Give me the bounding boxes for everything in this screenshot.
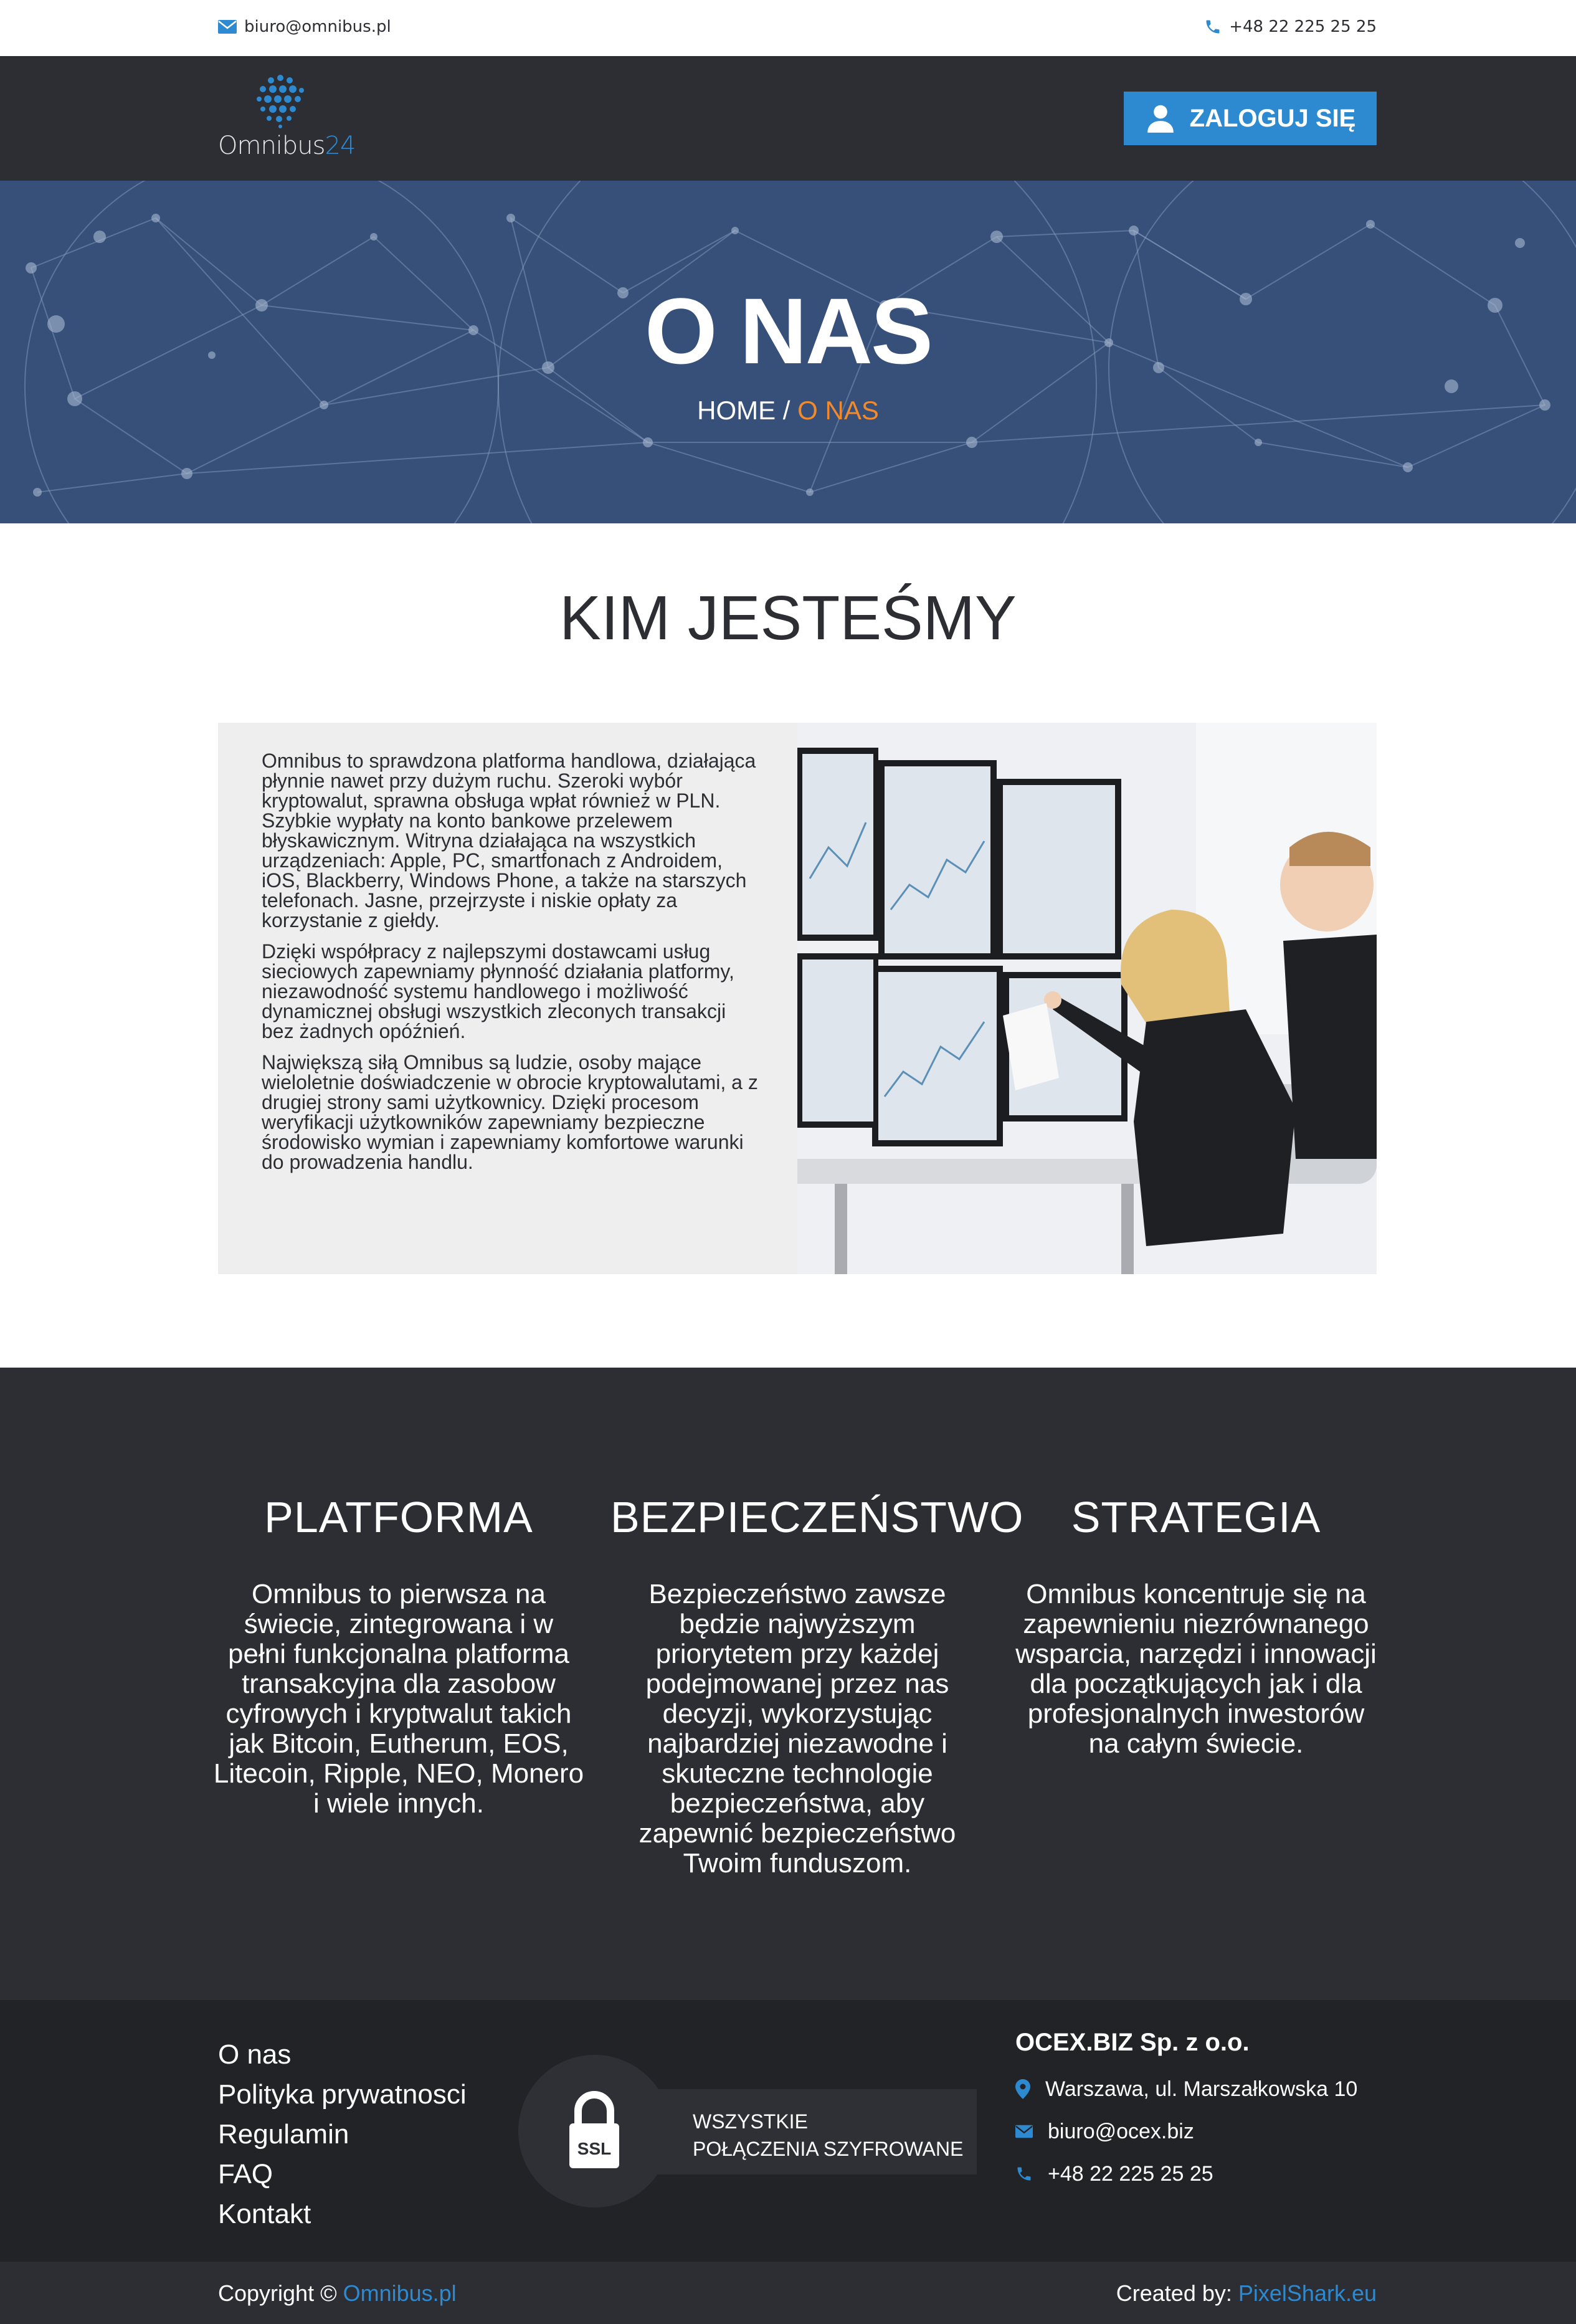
top-bar: biuro@omnibus.pl +48 22 225 25 25 bbox=[0, 0, 1576, 56]
copyright-bar: Copyright © Omnibus.pl Created by: Pixel… bbox=[0, 2262, 1576, 2324]
created-by: Created by: PixelShark.eu bbox=[1116, 2280, 1377, 2306]
phone-icon bbox=[1206, 20, 1220, 34]
logo-text: Omnibus24 bbox=[218, 131, 356, 160]
footer: O nas Polityka prywatnosci Regulamin FAQ… bbox=[0, 2000, 1576, 2262]
created-by-link[interactable]: PixelShark.eu bbox=[1238, 2280, 1377, 2306]
ssl-text: WSZYSTKIE POŁĄCZENIA SZYFROWANE bbox=[693, 2110, 964, 2160]
feature-title: PLATFORMA bbox=[264, 1493, 533, 1541]
about-paragraph: Dzięki współpracy z najlepszymi dostawca… bbox=[262, 940, 734, 1042]
company-name: OCEX.BIZ Sp. z o.o. bbox=[1015, 2029, 1250, 2056]
ssl-badge: WSZYSTKIE POŁĄCZENIA SZYFROWANE SSL bbox=[518, 2055, 977, 2207]
about-text: Omnibus to sprawdzona platforma handlowa… bbox=[262, 751, 760, 1183]
envelope-icon bbox=[218, 20, 237, 34]
header: Omnibus24 ZALOGUJ SIĘ bbox=[0, 56, 1576, 181]
footer-link-o-nas[interactable]: O nas bbox=[218, 2035, 467, 2075]
footer-link-faq[interactable]: FAQ bbox=[218, 2155, 467, 2194]
breadcrumb-current: O NAS bbox=[797, 396, 879, 425]
feature-platforma: PLATFORMA Omnibus to pierwsza na świecie… bbox=[212, 1492, 586, 1819]
contact-info: OCEX.BIZ Sp. z o.o. Warszawa, ul. Marsza… bbox=[1015, 2029, 1389, 2195]
footer-links: O nas Polityka prywatnosci Regulamin FAQ… bbox=[218, 2035, 467, 2234]
feature-strategia: STRATEGIA Omnibus koncentruje się na zap… bbox=[1009, 1492, 1383, 1759]
about-paragraph: Omnibus to sprawdzona platforma handlowa… bbox=[262, 750, 756, 931]
footer-link-kontakt[interactable]: Kontakt bbox=[218, 2194, 467, 2234]
feature-title: BEZPIECZEŃSTWO bbox=[610, 1493, 1024, 1541]
padlock-icon: SSL bbox=[569, 2091, 619, 2168]
contact-phone[interactable]: +48 22 225 25 25 bbox=[1015, 2153, 1389, 2195]
logo[interactable]: Omnibus24 bbox=[218, 72, 356, 165]
phone-icon bbox=[1017, 2167, 1031, 2181]
features-section: PLATFORMA Omnibus to pierwsza na świecie… bbox=[0, 1368, 1576, 2000]
top-phone-text: +48 22 225 25 25 bbox=[1229, 17, 1377, 36]
contact-email[interactable]: biuro@ocex.biz bbox=[1015, 2110, 1389, 2153]
ssl-band: WSZYSTKIE POŁĄCZENIA SZYFROWANE bbox=[637, 2089, 977, 2174]
section-title: KIM JESTEŚMY bbox=[559, 583, 1017, 653]
hero-banner: O NAS HOME / O NAS bbox=[0, 181, 1576, 523]
breadcrumb: HOME / O NAS bbox=[0, 396, 1576, 426]
user-icon bbox=[1147, 105, 1174, 133]
top-email-text: biuro@omnibus.pl bbox=[244, 17, 391, 36]
traders-photo bbox=[797, 723, 1377, 1274]
breadcrumb-separator: / bbox=[776, 396, 798, 425]
svg-text:SSL: SSL bbox=[577, 2139, 611, 2158]
traders-illustration bbox=[797, 723, 1377, 1274]
top-phone[interactable]: +48 22 225 25 25 bbox=[1204, 17, 1377, 36]
feature-bezpieczenstwo: BEZPIECZEŃSTWO Bezpieczeństwo zawsze będ… bbox=[610, 1492, 1024, 1879]
feature-text: Omnibus to pierwsza na świecie, zintegro… bbox=[213, 1579, 584, 1819]
logo-mark-icon bbox=[257, 75, 304, 128]
feature-text: Omnibus koncentruje się na zapewnieniu n… bbox=[1015, 1579, 1377, 1759]
contact-address: Warszawa, ul. Marszałkowska 10 bbox=[1015, 2068, 1389, 2110]
ssl-circle: SSL bbox=[518, 2055, 671, 2207]
copyright: Copyright © Omnibus.pl bbox=[218, 2280, 457, 2306]
about-text-panel: Omnibus to sprawdzona platforma handlowa… bbox=[218, 723, 797, 1274]
login-button[interactable]: ZALOGUJ SIĘ bbox=[1124, 92, 1377, 145]
feature-title: STRATEGIA bbox=[1071, 1493, 1321, 1541]
footer-link-regulamin[interactable]: Regulamin bbox=[218, 2115, 467, 2155]
page-title: O NAS bbox=[644, 279, 933, 383]
top-email[interactable]: biuro@omnibus.pl bbox=[218, 17, 391, 36]
footer-link-polityka[interactable]: Polityka prywatnosci bbox=[218, 2075, 467, 2115]
map-marker-icon bbox=[1015, 2079, 1030, 2099]
feature-text: Bezpieczeństwo zawsze będzie najwyższym … bbox=[638, 1579, 956, 1879]
envelope-icon bbox=[1015, 2125, 1033, 2138]
breadcrumb-home[interactable]: HOME bbox=[697, 396, 776, 425]
copyright-link[interactable]: Omnibus.pl bbox=[343, 2280, 457, 2306]
about-paragraph: Największą siłą Omnibus są ludzie, osoby… bbox=[262, 1051, 758, 1173]
login-label: ZALOGUJ SIĘ bbox=[1189, 104, 1356, 132]
